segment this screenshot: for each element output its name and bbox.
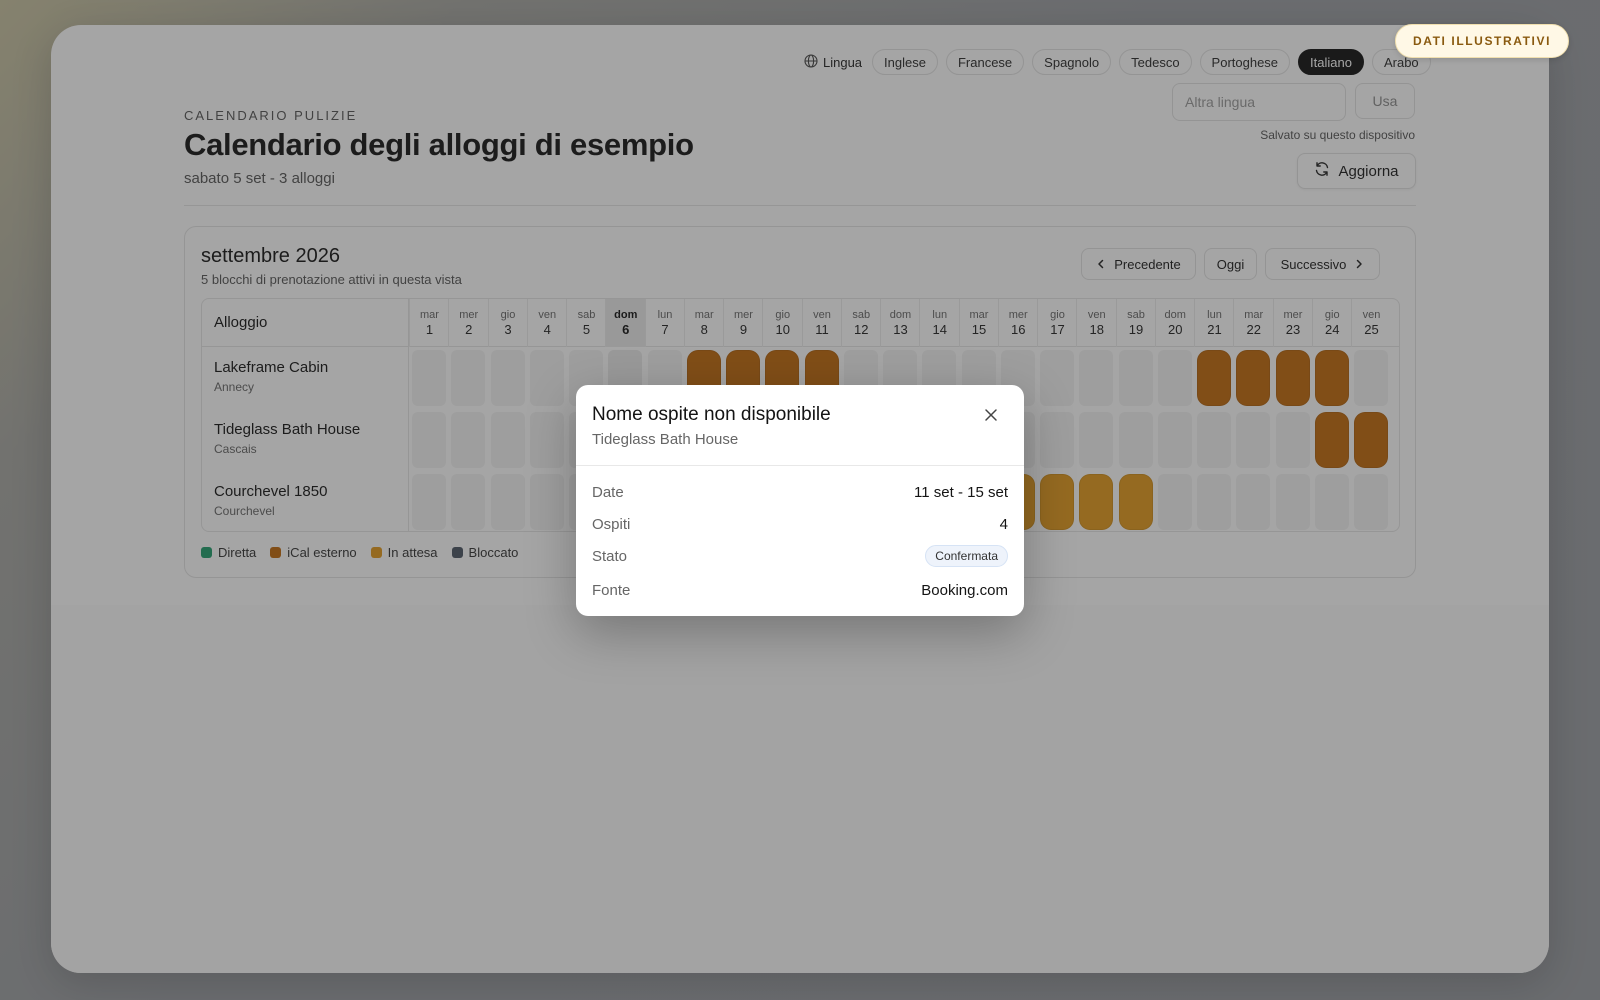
modal-row-dates: Date 11 set - 15 set bbox=[592, 480, 1008, 504]
close-icon[interactable] bbox=[981, 405, 1001, 425]
modal-divider bbox=[576, 465, 1024, 466]
modal-value: Booking.com bbox=[921, 581, 1008, 599]
modal-key: Fonte bbox=[592, 581, 631, 599]
booking-detail-modal: Nome ospite non disponibile Tideglass Ba… bbox=[576, 385, 1024, 616]
modal-row-status: Stato Confermata bbox=[592, 544, 1008, 568]
modal-key: Stato bbox=[592, 547, 628, 565]
modal-value: 11 set - 15 set bbox=[914, 483, 1008, 501]
modal-row-guests: Ospiti 4 bbox=[592, 512, 1008, 536]
modal-value: 4 bbox=[999, 515, 1008, 533]
modal-key: Date bbox=[592, 483, 624, 501]
modal-key: Ospiti bbox=[592, 515, 631, 533]
modal-property: Tideglass Bath House bbox=[592, 431, 739, 448]
status-badge: Confermata bbox=[925, 545, 1008, 567]
modal-row-source: Fonte Booking.com bbox=[592, 578, 1008, 602]
modal-title: Nome ospite non disponibile bbox=[592, 404, 831, 425]
illustrative-data-badge: DATI ILLUSTRATIVI bbox=[1395, 24, 1569, 58]
